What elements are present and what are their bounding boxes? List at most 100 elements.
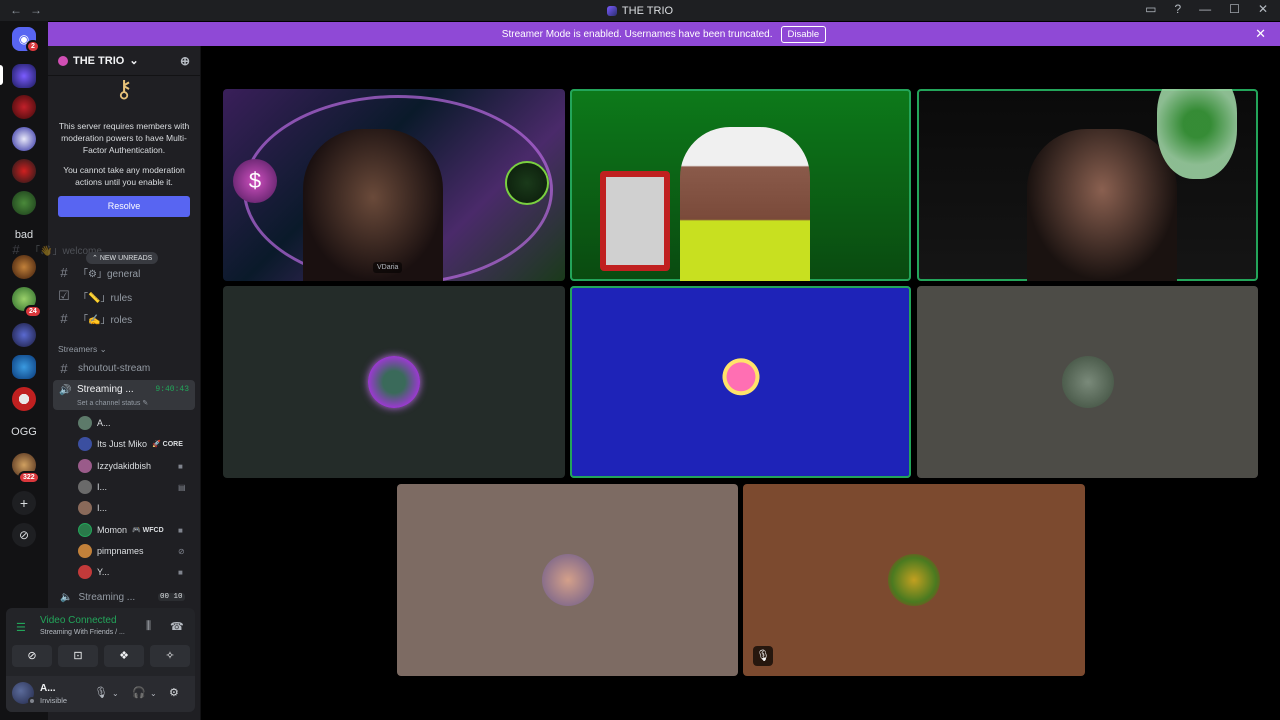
voice-status[interactable]: Video Connected [40,615,117,626]
avatar [78,565,92,579]
voice-member[interactable]: I... [78,499,107,517]
stream-icon: ▤ [178,482,186,492]
server-bad[interactable]: bad [8,229,40,241]
channel-label: shoutout-stream [78,363,151,374]
voice-member[interactable]: Its Just Miko 🚀 CORE [78,435,183,453]
voice-member[interactable]: Y... ■ [78,563,183,581]
server-icon-6[interactable] [12,255,36,279]
soundboard-button[interactable]: ✧ [150,645,190,667]
home-badge: 2 [26,40,40,53]
speaker-icon: 🔊 [59,385,72,396]
user-count: 00 10 [158,593,185,601]
voice-channel-2[interactable]: 🔈 Streaming ... 00 10 [60,592,185,603]
chevron-down-icon[interactable]: ⌄ [150,689,157,698]
checkbox-icon: ☑ [58,288,70,303]
leaf-icon [505,161,549,205]
close-window-button[interactable]: ✕ [1258,2,1268,16]
minimize-button[interactable]: — [1199,2,1211,16]
server-badge-icon [58,55,68,66]
voice-member[interactable]: Momon 🎮 WFCD ■ [78,521,183,539]
server-ogg[interactable]: OGG [8,426,40,438]
channel-roles[interactable]: # 「✍」roles [58,311,132,326]
member-tag: 🚀 CORE [152,441,183,448]
username[interactable]: A... [40,683,56,694]
chevron-down-icon: ⌄ [129,55,139,67]
back-arrow-icon[interactable]: ← [10,3,30,17]
whiteboard-prop [600,171,670,271]
category-streamers[interactable]: Streamers ⌄ [58,344,107,355]
camera-label: VDaria [373,262,403,273]
server-icon-8[interactable] [12,323,36,347]
server-the-trio-icon[interactable] [12,64,36,88]
member-name: Izzydakidbish [97,461,152,471]
server-header[interactable]: THE TRIO ⌄ ⊕ [48,46,200,76]
microphone-icon[interactable]: 🎙 [94,686,108,699]
video-tile-streamer-2[interactable] [570,89,911,281]
key-icon: ⚷ [115,76,133,103]
window-title-text: THE TRIO [621,4,674,17]
video-tile-streamer-3[interactable] [917,89,1258,281]
channel-rules[interactable]: ☑ 「📏」rules [58,288,132,304]
avatar [78,501,92,515]
noise-suppression-icon[interactable]: ⫼ [146,620,151,633]
audio-tile-4[interactable] [397,484,738,676]
voice-member[interactable]: Izzydakidbish ■ [78,457,183,475]
new-unreads-label: NEW UNREADS [99,255,153,262]
voice-channel-name: Streaming ... [77,384,134,395]
speaker-icon: 🔈 [60,592,73,603]
voice-subtitle[interactable]: Streaming With Friends / ... [40,629,125,636]
server-icon-4[interactable] [12,159,36,183]
camera-icon: ■ [178,525,183,535]
channel-general[interactable]: # 「⚙」general [58,265,140,280]
help-icon[interactable]: ? [1174,2,1181,16]
server-icon-3[interactable] [12,127,36,151]
forward-arrow-icon[interactable]: → [30,3,50,17]
camera-off-button[interactable]: ⊘ [12,645,52,667]
maximize-button[interactable]: ☐ [1229,2,1240,16]
discover-icon[interactable]: ⊘ [12,523,36,547]
channel-label: 「📏」rules [78,292,133,304]
member-name: I... [97,503,108,513]
voice-member[interactable]: A... [78,414,111,432]
discord-window: ←→ THE TRIO ▭ ? — ☐ ✕ Streamer Mode is e… [0,0,1280,720]
activities-button[interactable]: ❖ [104,645,144,667]
banner-text: Streamer Mode is enabled. Usernames have… [501,28,773,40]
member-name: I... [97,482,108,492]
hash-icon: # [12,242,20,257]
flask-overlay [1157,89,1237,179]
audio-tile-5[interactable]: 🎙 [743,484,1085,676]
voice-member[interactable]: pimpnames ⊘ [78,542,185,560]
screen-share-button[interactable]: ⊡ [58,645,98,667]
person-add-icon[interactable]: ⊕ [180,54,190,68]
audio-tile-2[interactable] [570,286,911,478]
close-icon[interactable]: ✕ [1255,26,1266,42]
voice-member[interactable]: I... ▤ [78,478,186,496]
audio-tile-3[interactable] [917,286,1258,478]
gear-icon[interactable]: ⚙ [169,686,179,699]
server-icon-10[interactable] [12,387,36,411]
server-icon-9[interactable] [12,355,36,379]
chevron-down-icon[interactable]: ⌄ [112,689,119,698]
disconnect-icon[interactable]: ☎ [170,620,184,633]
audio-tile-1[interactable] [223,286,565,478]
channel-status[interactable]: Set a channel status ✎ [77,399,148,407]
member-tag: 🎮 WFCD [132,527,164,534]
disable-streamer-mode-button[interactable]: Disable [780,25,827,43]
person-video [303,129,443,281]
channel-shoutout-stream[interactable]: # shoutout-stream [58,361,150,376]
server-badge-24: 24 [24,305,42,318]
voice-channel-active[interactable]: 🔊 Streaming ... Set a channel status ✎ 9… [53,380,195,410]
member-name: Momon [97,525,128,535]
nav-arrows: ←→ [10,3,50,17]
add-server-icon[interactable]: + [12,491,36,515]
camera-icon: ■ [178,567,183,577]
server-icon-2[interactable] [12,95,36,119]
inbox-icon[interactable]: ▭ [1145,2,1156,16]
avatar [888,554,940,606]
new-unreads-pill[interactable]: ⌃ NEW UNREADS [86,252,159,264]
video-tile-streamer-1[interactable]: $ VDaria [223,89,565,281]
headphones-icon[interactable]: 🎧 [132,686,146,699]
server-icon-5[interactable] [12,191,36,215]
resolve-button[interactable]: Resolve [58,196,190,217]
hash-icon: # [60,361,68,376]
